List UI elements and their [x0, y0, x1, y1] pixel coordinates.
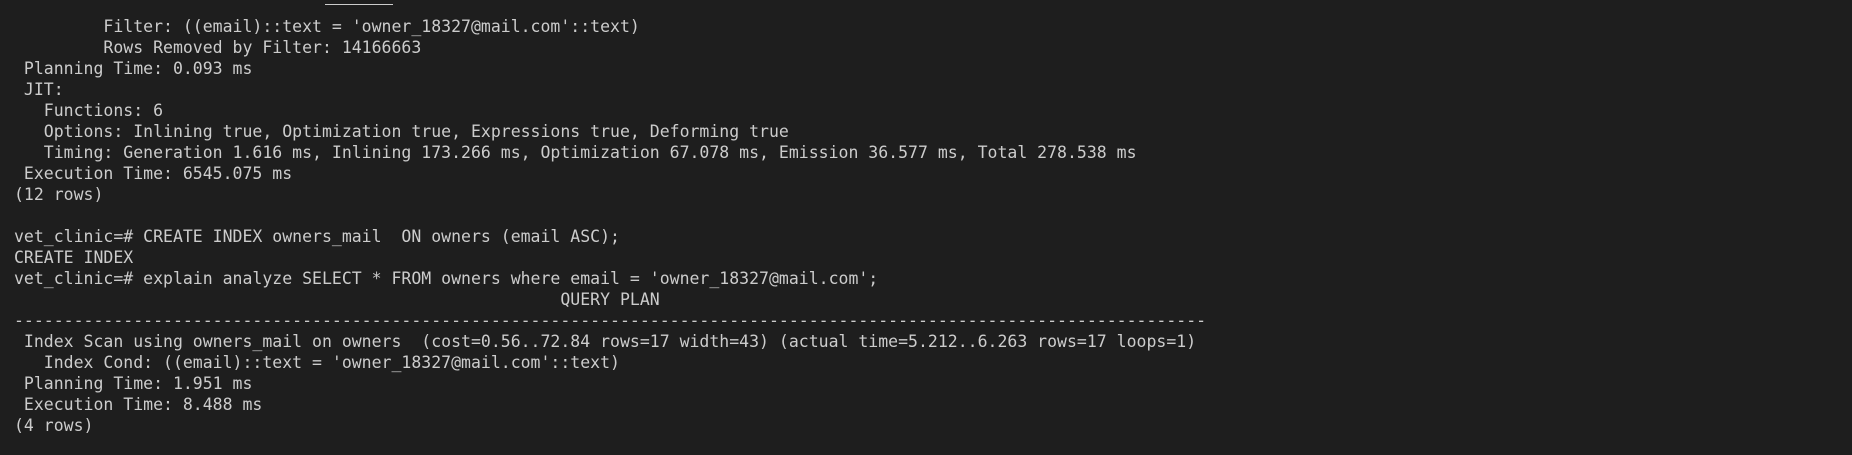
terminal-line: Timing: Generation 1.616 ms, Inlining 17…	[14, 143, 1137, 162]
terminal-line: Functions: 6	[14, 101, 164, 120]
terminal-line: Planning Time: 1.951 ms	[14, 374, 253, 393]
terminal-line: Planning Time: 0.093 ms	[14, 59, 253, 78]
terminal-line: ----------------------------------------…	[14, 311, 1207, 330]
terminal-line: (12 rows)	[14, 185, 104, 204]
terminal-line: (4 rows)	[14, 416, 94, 435]
terminal-output[interactable]: Filter: ((email)::text = 'owner_18327@ma…	[14, 16, 1852, 455]
previous-output-separator	[325, 4, 393, 5]
terminal-line: Execution Time: 6545.075 ms	[14, 164, 293, 183]
terminal-line: Rows Removed by Filter: 14166663	[14, 38, 422, 57]
terminal-line: vet_clinic=# explain analyze SELECT * FR…	[14, 269, 879, 288]
terminal-line: Options: Inlining true, Optimization tru…	[14, 122, 789, 141]
terminal-line: CREATE INDEX	[14, 248, 134, 267]
terminal-line: Index Cond: ((email)::text = 'owner_1832…	[14, 353, 620, 372]
terminal-line: Index Scan using owners_mail on owners (…	[14, 332, 1197, 351]
terminal-line: JIT:	[14, 80, 64, 99]
terminal-line: Execution Time: 8.488 ms	[14, 395, 263, 414]
terminal-line: QUERY PLAN	[14, 290, 660, 309]
terminal-line: vet_clinic=# CREATE INDEX owners_mail ON…	[14, 227, 620, 246]
terminal-line: Filter: ((email)::text = 'owner_18327@ma…	[14, 17, 640, 36]
